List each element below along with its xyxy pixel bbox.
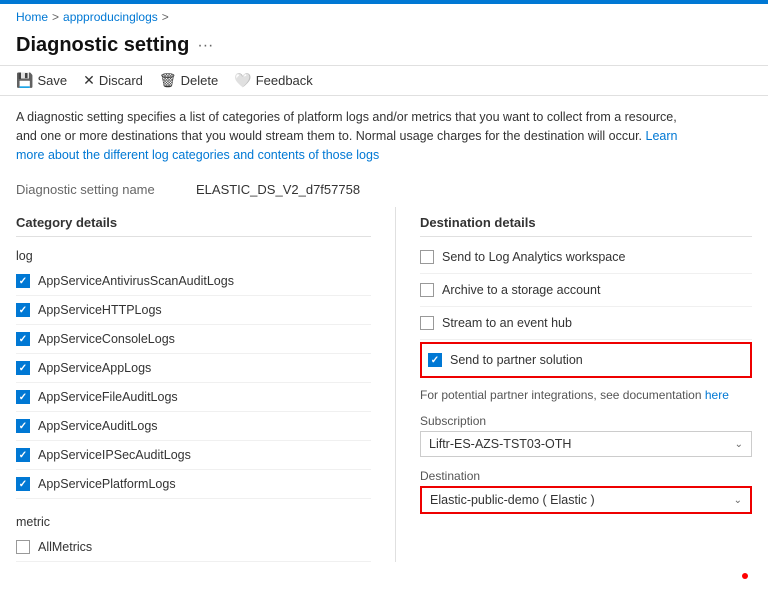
destination-item-label: Send to Log Analytics workspace: [442, 250, 625, 264]
destination-details-title: Destination details: [420, 207, 752, 237]
setting-name-label: Diagnostic setting name: [16, 182, 196, 197]
setting-name-row: Diagnostic setting name ELASTIC_DS_V2_d7…: [0, 176, 768, 207]
delete-icon: 🗑: [159, 72, 177, 89]
delete-button[interactable]: 🗑 Delete: [159, 72, 218, 89]
toolbar: 💾 Save ✕ Discard 🗑 Delete 🤍 Feedback: [0, 65, 768, 96]
log-section-title: log: [16, 241, 371, 267]
log-item-checkbox[interactable]: [16, 448, 30, 462]
destination-value: Elastic-public-demo ( Elastic ): [430, 493, 595, 507]
log-item-checkbox[interactable]: [16, 274, 30, 288]
log-item-label: AppServiceAuditLogs: [38, 419, 158, 433]
feedback-icon: 🤍: [234, 72, 251, 89]
destination-item-checkbox[interactable]: [428, 353, 442, 367]
log-item[interactable]: AppServiceIPSecAuditLogs: [16, 441, 371, 470]
destination-chevron-icon: ⌄: [734, 495, 742, 506]
subscription-chevron-icon: ⌄: [735, 439, 743, 450]
breadcrumb-home[interactable]: Home: [16, 10, 48, 24]
info-text: A diagnostic setting specifies a list of…: [16, 110, 677, 143]
red-dot-indicator: [742, 573, 748, 579]
log-item-checkbox[interactable]: [16, 419, 30, 433]
log-item[interactable]: AppServiceAntivirusScanAuditLogs: [16, 267, 371, 296]
destination-item-label: Send to partner solution: [450, 353, 583, 367]
destination-field: Destination Elastic-public-demo ( Elasti…: [420, 469, 752, 514]
log-item-label: AppServiceAppLogs: [38, 361, 151, 375]
log-item-label: AppServiceHTTPLogs: [38, 303, 162, 317]
breadcrumb: Home > appproducinglogs >: [0, 4, 768, 30]
feedback-label: Feedback: [256, 73, 313, 88]
destination-item-checkbox[interactable]: [420, 316, 434, 330]
partner-doc-link[interactable]: here: [705, 388, 729, 402]
breadcrumb-sep2: >: [162, 10, 169, 24]
log-item[interactable]: AppServicePlatformLogs: [16, 470, 371, 499]
feedback-button[interactable]: 🤍 Feedback: [234, 72, 313, 89]
subscription-select[interactable]: Liftr-ES-AZS-TST03-OTH ⌄: [420, 431, 752, 457]
partner-note-text: For potential partner integrations, see …: [420, 388, 702, 402]
log-item[interactable]: AppServiceAuditLogs: [16, 412, 371, 441]
metric-item-label: AllMetrics: [38, 540, 92, 554]
destination-item[interactable]: Stream to an event hub: [420, 307, 752, 340]
discard-icon: ✕: [83, 72, 95, 89]
category-details-title: Category details: [16, 207, 371, 237]
log-item-checkbox[interactable]: [16, 477, 30, 491]
log-item-label: AppServiceFileAuditLogs: [38, 390, 178, 404]
destination-item[interactable]: Send to Log Analytics workspace: [420, 241, 752, 274]
log-item-label: AppServiceAntivirusScanAuditLogs: [38, 274, 234, 288]
destination-items-list: Send to Log Analytics workspace Archive t…: [420, 241, 752, 378]
log-item-checkbox[interactable]: [16, 332, 30, 346]
log-item-label: AppServiceIPSecAuditLogs: [38, 448, 191, 462]
discard-button[interactable]: ✕ Discard: [83, 72, 143, 89]
log-item[interactable]: AppServiceConsoleLogs: [16, 325, 371, 354]
metric-item[interactable]: AllMetrics: [16, 533, 371, 562]
destination-label: Destination: [420, 469, 752, 483]
breadcrumb-resource[interactable]: appproducinglogs: [63, 10, 158, 24]
page-title: Diagnostic setting: [16, 34, 189, 57]
log-item-checkbox[interactable]: [16, 390, 30, 404]
log-item-checkbox[interactable]: [16, 303, 30, 317]
metric-section-title: metric: [16, 507, 371, 533]
destination-item-label: Stream to an event hub: [442, 316, 572, 330]
log-item-label: AppServicePlatformLogs: [38, 477, 176, 491]
partner-note: For potential partner integrations, see …: [420, 380, 752, 406]
page-title-section: Diagnostic setting ···: [0, 30, 768, 65]
log-items-list: AppServiceAntivirusScanAuditLogs AppServi…: [16, 267, 371, 499]
subscription-label: Subscription: [420, 414, 752, 428]
subscription-field: Subscription Liftr-ES-AZS-TST03-OTH ⌄: [420, 414, 752, 457]
metric-item-checkbox[interactable]: [16, 540, 30, 554]
destination-select[interactable]: Elastic-public-demo ( Elastic ) ⌄: [420, 486, 752, 514]
subscription-value: Liftr-ES-AZS-TST03-OTH: [429, 437, 571, 451]
destination-item-label: Archive to a storage account: [442, 283, 600, 297]
save-button[interactable]: 💾 Save: [16, 72, 67, 89]
right-panel: Destination details Send to Log Analytic…: [396, 207, 752, 562]
log-item-checkbox[interactable]: [16, 361, 30, 375]
destination-item[interactable]: Archive to a storage account: [420, 274, 752, 307]
left-panel: Category details log AppServiceAntivirus…: [16, 207, 396, 562]
log-item[interactable]: AppServiceHTTPLogs: [16, 296, 371, 325]
metric-section: metric AllMetrics: [16, 507, 371, 562]
metric-items-list: AllMetrics: [16, 533, 371, 562]
more-options-icon[interactable]: ···: [197, 37, 213, 55]
discard-label: Discard: [99, 73, 143, 88]
breadcrumb-sep1: >: [52, 10, 59, 24]
log-item[interactable]: AppServiceAppLogs: [16, 354, 371, 383]
destination-item-checkbox[interactable]: [420, 283, 434, 297]
info-section: A diagnostic setting specifies a list of…: [0, 96, 700, 176]
log-item-label: AppServiceConsoleLogs: [38, 332, 175, 346]
save-icon: 💾: [16, 72, 33, 89]
main-content: Category details log AppServiceAntivirus…: [0, 207, 768, 562]
log-item[interactable]: AppServiceFileAuditLogs: [16, 383, 371, 412]
destination-item[interactable]: Send to partner solution: [420, 342, 752, 378]
destination-item-checkbox[interactable]: [420, 250, 434, 264]
save-label: Save: [37, 73, 67, 88]
setting-name-value: ELASTIC_DS_V2_d7f57758: [196, 182, 360, 197]
delete-label: Delete: [181, 73, 219, 88]
